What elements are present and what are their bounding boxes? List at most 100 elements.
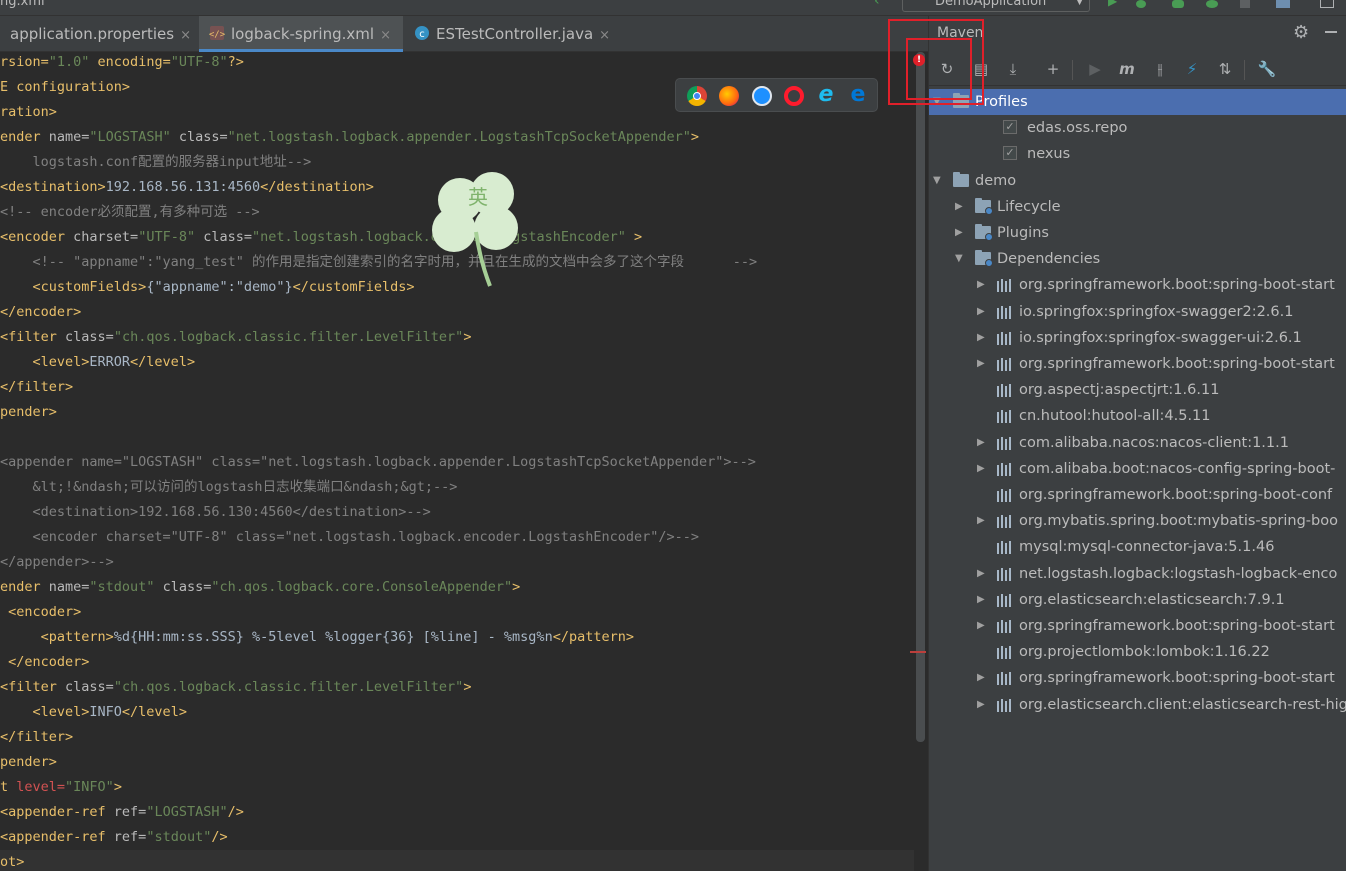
tree-node-dep[interactable]: ▶ net.logstash.logback:logstash-logback-e… <box>929 561 1346 587</box>
tree-node-dep[interactable]: ▶ org.elasticsearch:elasticsearch:7.9.1 <box>929 587 1346 613</box>
tree-node-checkbox[interactable]: ✓ edas.oss.repo <box>929 115 1346 141</box>
code-token: "INFO" <box>65 779 114 795</box>
tree-node-dep[interactable]: org.projectlombok:lombok:1.16.22 <box>929 639 1346 665</box>
project-structure-icon[interactable] <box>1276 0 1290 8</box>
tree-node-dep[interactable]: ▶ org.mybatis.spring.boot:mybatis-spring-… <box>929 508 1346 534</box>
profile-icon[interactable] <box>1206 0 1218 8</box>
collapse-right-icon[interactable]: ▶ <box>977 430 989 456</box>
collapse-right-icon[interactable]: ▶ <box>955 194 967 220</box>
tree-node-dep[interactable]: ▶ com.alibaba.nacos:nacos-client:1.1.1 <box>929 430 1346 456</box>
execute-goal-icon[interactable]: m <box>1117 59 1137 79</box>
collapse-right-icon[interactable]: ▶ <box>977 325 989 351</box>
tree-node-folder[interactable]: ▼ Dependencies <box>929 246 1346 272</box>
collapse-right-icon[interactable]: ▶ <box>977 665 989 691</box>
code-token: {"appname":"demo"} <box>146 279 293 295</box>
code-token: ref= <box>113 829 147 845</box>
library-icon <box>997 410 1013 424</box>
tree-node-folder[interactable]: ▶ Plugins <box>929 220 1346 246</box>
edge-icon[interactable]: e <box>848 84 868 106</box>
gear-icon[interactable]: ⚙ <box>1293 24 1311 42</box>
tree-node-folder[interactable]: ▶ Lifecycle <box>929 194 1346 220</box>
collapse-right-icon[interactable]: ▶ <box>977 272 989 298</box>
hide-panel-icon[interactable] <box>1325 31 1337 33</box>
tree-node-dep[interactable]: org.aspectj:aspectjrt:1.6.11 <box>929 377 1346 403</box>
back-arrow-icon[interactable]: ‹ <box>874 0 888 11</box>
tree-node-project[interactable]: ▼ demo <box>929 168 1346 194</box>
tree-node-dep[interactable]: mysql:mysql-connector-java:5.1.46 <box>929 534 1346 560</box>
run-configuration-dropdown[interactable]: DemoApplication ▼ <box>902 0 1090 12</box>
tree-node-dep[interactable]: ▶ org.springframework.boot:spring-boot-st… <box>929 665 1346 691</box>
tree-node-dep[interactable]: ▶ com.alibaba.boot:nacos-config-spring-bo… <box>929 456 1346 482</box>
coverage-icon[interactable] <box>1172 0 1184 8</box>
code-token: ender <box>0 579 49 595</box>
code-line: pender> <box>0 750 57 775</box>
add-icon[interactable]: + <box>1043 59 1063 79</box>
tree-node-dep[interactable]: cn.hutool:hutool-all:4.5.11 <box>929 403 1346 429</box>
search-everywhere-icon[interactable] <box>1320 0 1334 8</box>
tree-node-dep[interactable]: ▶ org.springframework.boot:spring-boot-st… <box>929 272 1346 298</box>
run-icon[interactable]: ▶ <box>1085 59 1105 79</box>
download-icon[interactable]: ⤓ <box>1003 59 1023 79</box>
collapse-right-icon[interactable]: ▶ <box>977 299 989 325</box>
code-line: ender name="stdout" class="ch.qos.logbac… <box>0 575 520 600</box>
tree-node-dep[interactable]: org.springframework.boot:spring-boot-con… <box>929 482 1346 508</box>
stop-icon[interactable] <box>1240 0 1250 8</box>
collapse-right-icon[interactable]: ▶ <box>977 561 989 587</box>
collapse-right-icon[interactable]: ▶ <box>977 456 989 482</box>
collapse-right-icon[interactable]: ▶ <box>977 508 989 534</box>
tree-node-checkbox[interactable]: ✓ nexus <box>929 141 1346 167</box>
ie-icon[interactable]: e <box>816 84 836 106</box>
run-icon[interactable]: ▶ <box>1108 0 1122 11</box>
collapse-right-icon[interactable]: ▶ <box>977 613 989 639</box>
skip-tests-icon[interactable]: ⚡ <box>1182 59 1202 79</box>
tree-node-label: nexus <box>1027 146 1071 163</box>
close-icon[interactable]: × <box>180 28 191 43</box>
tree-node-label: org.elasticsearch.client:elasticsearch-r… <box>1019 696 1346 713</box>
error-stripe-marker[interactable] <box>910 651 926 653</box>
collapse-right-icon[interactable]: ▶ <box>977 692 989 718</box>
code-token: class= <box>65 329 114 345</box>
opera-icon[interactable] <box>784 86 804 106</box>
code-token: %d{HH:mm:ss.SSS} %-5level %logger{36} [%… <box>113 629 553 645</box>
maven-projects-tree[interactable]: ▼ Profiles ✓ edas.oss.repo ✓ nexus ▼ demo ▶ Lifec… <box>929 89 1346 871</box>
tree-node-dep[interactable]: ▶ io.springfox:springfox-swagger-ui:2.6.1 <box>929 325 1346 351</box>
editor-tab-bar: application.properties × </> logback-spri… <box>0 16 928 52</box>
tab-logback-spring-xml[interactable]: </> logback-spring.xml × <box>199 16 403 52</box>
code-line: <level>ERROR</level> <box>0 350 196 375</box>
window-title: ng.xml <box>0 0 45 9</box>
tree-node-dep[interactable]: ▶ org.elasticsearch.client:elasticsearch-… <box>929 692 1346 718</box>
expand-down-icon[interactable]: ▼ <box>933 168 945 194</box>
toggle-offline-icon[interactable]: ⫲ <box>1150 59 1170 79</box>
collapse-right-icon[interactable]: ▶ <box>977 351 989 377</box>
checkbox[interactable]: ✓ <box>1003 146 1017 161</box>
code-token: "ch.qos.logback.classic.filter.LevelFilt… <box>113 679 464 695</box>
tree-node-folder[interactable]: ▼ Profiles <box>929 89 1346 115</box>
code-line: &lt;!&ndash;可以访问的logstash日志收集端口&ndash;&g… <box>0 475 458 500</box>
checkbox[interactable]: ✓ <box>1003 120 1017 135</box>
expand-down-icon[interactable]: ▼ <box>955 246 967 272</box>
code-token: "stdout" <box>146 829 212 845</box>
show-dependencies-icon[interactable]: ⇅ <box>1215 59 1235 79</box>
tab-application-properties[interactable]: application.properties × <box>0 16 196 52</box>
code-token: "ch.qos.logback.classic.filter.LevelFilt… <box>113 329 464 345</box>
code-token: class= <box>65 679 114 695</box>
caret-line-highlight <box>0 850 914 871</box>
library-icon <box>997 620 1013 633</box>
firefox-icon[interactable] <box>719 86 739 106</box>
code-token: ref= <box>113 804 147 820</box>
library-icon <box>997 515 1013 529</box>
close-icon[interactable]: × <box>380 28 391 43</box>
chrome-icon[interactable] <box>687 86 707 106</box>
close-icon[interactable]: × <box>599 28 610 43</box>
debug-icon[interactable] <box>1136 0 1146 8</box>
collapse-right-icon[interactable]: ▶ <box>955 220 967 246</box>
tree-node-dep[interactable]: ▶ org.springframework.boot:spring-boot-st… <box>929 351 1346 377</box>
tree-node-dep[interactable]: ▶ io.springfox:springfox-swagger2:2.6.1 <box>929 299 1346 325</box>
settings-wrench-icon[interactable]: 🔧 <box>1257 59 1277 79</box>
safari-icon[interactable] <box>752 86 772 106</box>
editor-scrollbar[interactable] <box>916 52 925 742</box>
tab-estestcontroller-java[interactable]: c ESTestController.java × <box>406 16 620 52</box>
tree-node-dep[interactable]: ▶ org.springframework.boot:spring-boot-st… <box>929 613 1346 639</box>
collapse-right-icon[interactable]: ▶ <box>977 587 989 613</box>
maven-toolbar: ↻ ▤ ⤓ + ▶ m ⫲ ⚡ ⇅ 🔧 <box>929 52 1346 86</box>
